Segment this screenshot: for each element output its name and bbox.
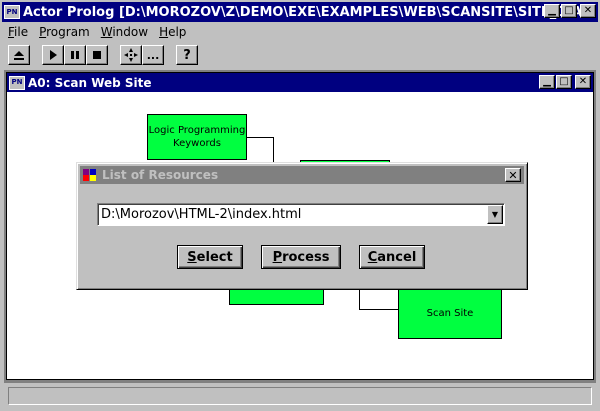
menu-file[interactable]: File (8, 25, 28, 39)
child-minimize-button[interactable]: ▁ (539, 75, 555, 89)
menu-program[interactable]: Program (39, 25, 90, 39)
diagram-node-keywords[interactable]: Logic Programming Keywords (147, 114, 247, 160)
stop-icon (93, 51, 101, 59)
select-button[interactable]: Select (177, 245, 243, 269)
close-icon: ✕ (578, 76, 588, 87)
play-icon (50, 50, 57, 60)
diagram-node-scan-site[interactable]: Scan Site (398, 287, 502, 339)
child-close-button[interactable]: ✕ (575, 75, 591, 89)
app-title: Actor Prolog [D:\MOROZOV\Z\DEMO\EXE\EXAM… (23, 4, 589, 20)
toolbar: ... ? (2, 43, 598, 67)
minimize-icon: ▁ (543, 76, 551, 87)
maximize-button[interactable]: □ (561, 4, 577, 18)
help-icon: ? (183, 47, 191, 63)
step-icon (124, 48, 138, 62)
eject-icon (14, 50, 24, 60)
connector (359, 289, 360, 309)
more-button[interactable]: ... (142, 45, 164, 65)
child-app-icon[interactable]: PN (9, 75, 25, 90)
child-title-bar[interactable]: PN A0: Scan Web Site ▁ □ ✕ (7, 73, 593, 92)
run-button[interactable] (42, 45, 64, 65)
dialog-icon (82, 168, 98, 182)
chevron-down-icon: ▼ (491, 210, 499, 219)
dialog-close-button[interactable]: ✕ (505, 168, 521, 182)
menu-window[interactable]: Window (101, 25, 148, 39)
combobox-dropdown-button[interactable]: ▼ (487, 205, 503, 224)
pause-button[interactable] (64, 45, 86, 65)
close-icon: ✕ (508, 168, 518, 182)
eject-button[interactable] (8, 45, 30, 65)
minimize-button[interactable]: ▁ (544, 4, 560, 18)
dialog-title: List of Resources (102, 168, 219, 182)
help-button[interactable]: ? (176, 45, 198, 65)
close-icon: ✕ (583, 5, 593, 16)
list-of-resources-dialog: List of Resources ✕ D:\Morozov\HTML-2\in… (76, 162, 528, 290)
connector (273, 137, 274, 163)
app-title-bar[interactable]: PN Actor Prolog [D:\MOROZOV\Z\DEMO\EXE\E… (2, 2, 598, 22)
menu-bar: File Program Window Help (2, 23, 598, 41)
resource-combobox-value: D:\Morozov\HTML-2\index.html (101, 207, 302, 222)
cancel-button[interactable]: Cancel (359, 245, 425, 269)
process-button[interactable]: Process (261, 245, 341, 269)
maximize-icon: □ (564, 5, 574, 16)
close-button[interactable]: ✕ (580, 4, 596, 18)
more-icon: ... (146, 48, 160, 62)
stop-button[interactable] (86, 45, 108, 65)
maximize-icon: □ (559, 76, 569, 87)
child-maximize-button[interactable]: □ (556, 75, 572, 89)
menu-help[interactable]: Help (159, 25, 186, 39)
status-bar (4, 385, 596, 407)
step-button[interactable] (120, 45, 142, 65)
connector (359, 309, 399, 310)
app-icon[interactable]: PN (4, 5, 20, 19)
pause-icon (71, 51, 79, 59)
connector (246, 137, 274, 138)
child-title: A0: Scan Web Site (28, 75, 152, 90)
resource-combobox[interactable]: D:\Morozov\HTML-2\index.html ▼ (97, 203, 505, 226)
dialog-title-bar[interactable]: List of Resources ✕ (80, 166, 524, 184)
status-panel (8, 387, 592, 405)
minimize-icon: ▁ (548, 5, 556, 16)
